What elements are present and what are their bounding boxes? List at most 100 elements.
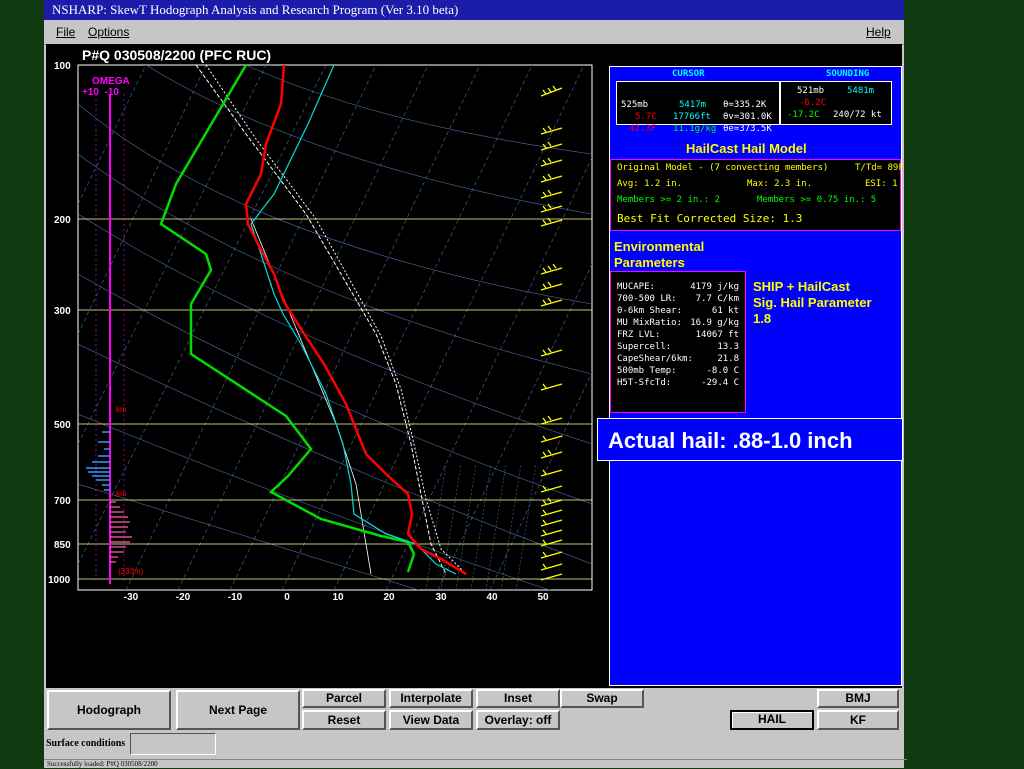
env-value: -29.4 C (701, 378, 739, 388)
menu-options[interactable]: Options (88, 20, 129, 44)
cursor-temp-c: 5.7C (635, 112, 657, 122)
env-params-box: MUCAPE: 4179 j/kg 700-500 LR: 7.7 C/km 0… (610, 271, 746, 413)
pressure-label: 700 (54, 496, 71, 507)
env-label: FRZ LVL: (617, 330, 661, 340)
temp-label: 10 (332, 592, 344, 603)
hodograph-button[interactable]: Hodograph (47, 690, 171, 730)
sounding-wind: 240/72 kt (833, 110, 882, 120)
height-label: km (116, 489, 127, 498)
pressure-label: 500 (54, 420, 71, 431)
env-value: 7.7 C/km (695, 294, 739, 304)
env-label: MUCAPE: (617, 282, 655, 292)
env-title-2: Parameters (614, 255, 685, 270)
skewt-grid (78, 65, 592, 590)
cursor-box: 525mb 5417m θ=335.2K 5.7C 17766ft θv=301… (616, 81, 780, 134)
hailcast-members-2in: Members >= 2 in.: 2 (617, 195, 720, 205)
overlay-button[interactable]: Overlay: off (476, 710, 560, 730)
height-label: km (116, 405, 127, 414)
env-label: H5T-SfcTd: (617, 378, 672, 388)
hailcast-max: Max: 2.3 in. (747, 179, 813, 189)
sounding-box: 521mb 5481m -6.2C -17.2C 240/72 kt (780, 81, 892, 125)
bmj-button[interactable]: BMJ (817, 689, 899, 708)
menu-bar: File Options Help (44, 20, 904, 45)
menu-help[interactable]: Help (866, 20, 891, 44)
env-value: 61 kt (711, 306, 739, 316)
sounding-dewpoint: -17.2C (787, 110, 820, 120)
window-title: NSHARP: SkewT Hodograph Analysis and Res… (44, 0, 904, 20)
parcel-button[interactable]: Parcel (302, 689, 386, 708)
view-data-button[interactable]: View Data (389, 710, 473, 730)
parameters-panel: 525mb 5417m θ=335.2K 5.7C 17766ft θv=301… (609, 66, 904, 686)
env-value: -8.0 C (706, 366, 739, 376)
plot-area: P#Q 030508/2200 (PFC RUC) 100 200 300 50… (46, 44, 904, 688)
pressure-axis: 100 200 300 500 700 850 1000 (48, 61, 71, 586)
wetbulb-trace (159, 65, 416, 573)
inset-button[interactable]: Inset (476, 689, 560, 708)
temperature-axis: -30 -20 -10 0 10 20 30 40 50 (124, 592, 549, 603)
ship-value: 1.8 (753, 311, 772, 326)
surface-height-label: (333m) (118, 567, 144, 576)
interpolate-button[interactable]: Interpolate (389, 689, 473, 708)
hailcast-line1: Original Model - (7 convecting members) (617, 163, 829, 173)
surface-conditions-label: Surface conditions (46, 738, 126, 749)
env-label: CapeShear/6km: (617, 354, 693, 364)
hailcast-members-075in: Members >= 0.75 in.: 5 (757, 195, 877, 205)
cursor-theta-e: θe=373.5K (723, 124, 772, 134)
surface-conditions-input[interactable] (130, 733, 216, 755)
reset-button[interactable]: Reset (302, 710, 386, 730)
actual-hail-annotation: Actual hail: .88-1.0 inch (597, 418, 903, 461)
env-value: 16.9 g/kg (690, 318, 739, 328)
omega-label: OMEGA (92, 76, 130, 87)
temp-label: -20 (176, 592, 191, 603)
temp-label: 0 (284, 592, 290, 603)
kf-button[interactable]: KF (817, 710, 899, 730)
wind-barbs (540, 85, 563, 581)
temp-label: 20 (383, 592, 395, 603)
cursor-theta: θ=335.2K (723, 100, 767, 110)
env-label: Supercell: (617, 342, 672, 352)
cursor-mixing-ratio: 11.1g/kg (673, 124, 717, 134)
next-page-button[interactable]: Next Page (176, 690, 300, 730)
sounding-temp: -6.2C (799, 98, 827, 108)
env-label: 700-500 LR: (617, 294, 677, 304)
pressure-label: 200 (54, 215, 71, 226)
env-value: 13.3 (717, 342, 739, 352)
cursor-theta-v: θv=301.0K (723, 112, 772, 122)
hailcast-ttd: T/Td= 89F (855, 163, 904, 173)
temp-label: 50 (537, 592, 549, 603)
hailcast-esi: ESI: 1 (865, 179, 898, 189)
cursor-title: CURSOR (672, 69, 705, 79)
temp-label: -10 (228, 592, 243, 603)
swap-button[interactable]: Swap (560, 689, 644, 708)
hailcast-title: HailCast Hail Model (686, 141, 807, 156)
cursor-height-ft: 17766ft (673, 112, 711, 122)
cursor-temp-f: 42.3F (629, 124, 657, 134)
pressure-label: 850 (54, 540, 71, 551)
hailcast-best-fit: Best Fit Corrected Size: 1.3 (617, 212, 803, 225)
env-label: 500mb Temp: (617, 366, 677, 376)
env-value: 21.8 (717, 354, 739, 364)
hail-button[interactable]: HAIL (730, 710, 814, 730)
main-window: NSHARP: SkewT Hodograph Analysis and Res… (44, 0, 907, 768)
sounding-title: SOUNDING (826, 69, 870, 79)
sounding-height: 5481m (847, 86, 875, 96)
omega-scale: +10 -10 (82, 87, 119, 98)
pressure-label: 300 (54, 306, 71, 317)
ship-title-1: SHIP + HailCast (753, 279, 850, 294)
temp-label: 30 (435, 592, 447, 603)
skewt-frame (77, 64, 593, 591)
hailcast-box: Original Model - (7 convecting members) … (610, 159, 904, 231)
env-title-1: Environmental (614, 239, 705, 254)
temp-label: 40 (486, 592, 498, 603)
cursor-pressure: 525mb (621, 100, 649, 110)
hailcast-avg: Avg: 1.2 in. (617, 179, 683, 189)
skewt-diagram[interactable]: 100 200 300 500 700 850 1000 -30 -20 -10… (46, 44, 606, 644)
button-bar: Hodograph Next Page Parcel Interpolate I… (44, 688, 907, 768)
env-value: 14067 ft (695, 330, 739, 340)
menu-file[interactable]: File (56, 20, 75, 44)
temp-label: -30 (124, 592, 139, 603)
pressure-label: 100 (54, 61, 71, 72)
env-label: 0-6km Shear: (617, 306, 683, 316)
env-label: MU MixRatio: (617, 318, 683, 328)
sounding-pressure: 521mb (797, 86, 825, 96)
